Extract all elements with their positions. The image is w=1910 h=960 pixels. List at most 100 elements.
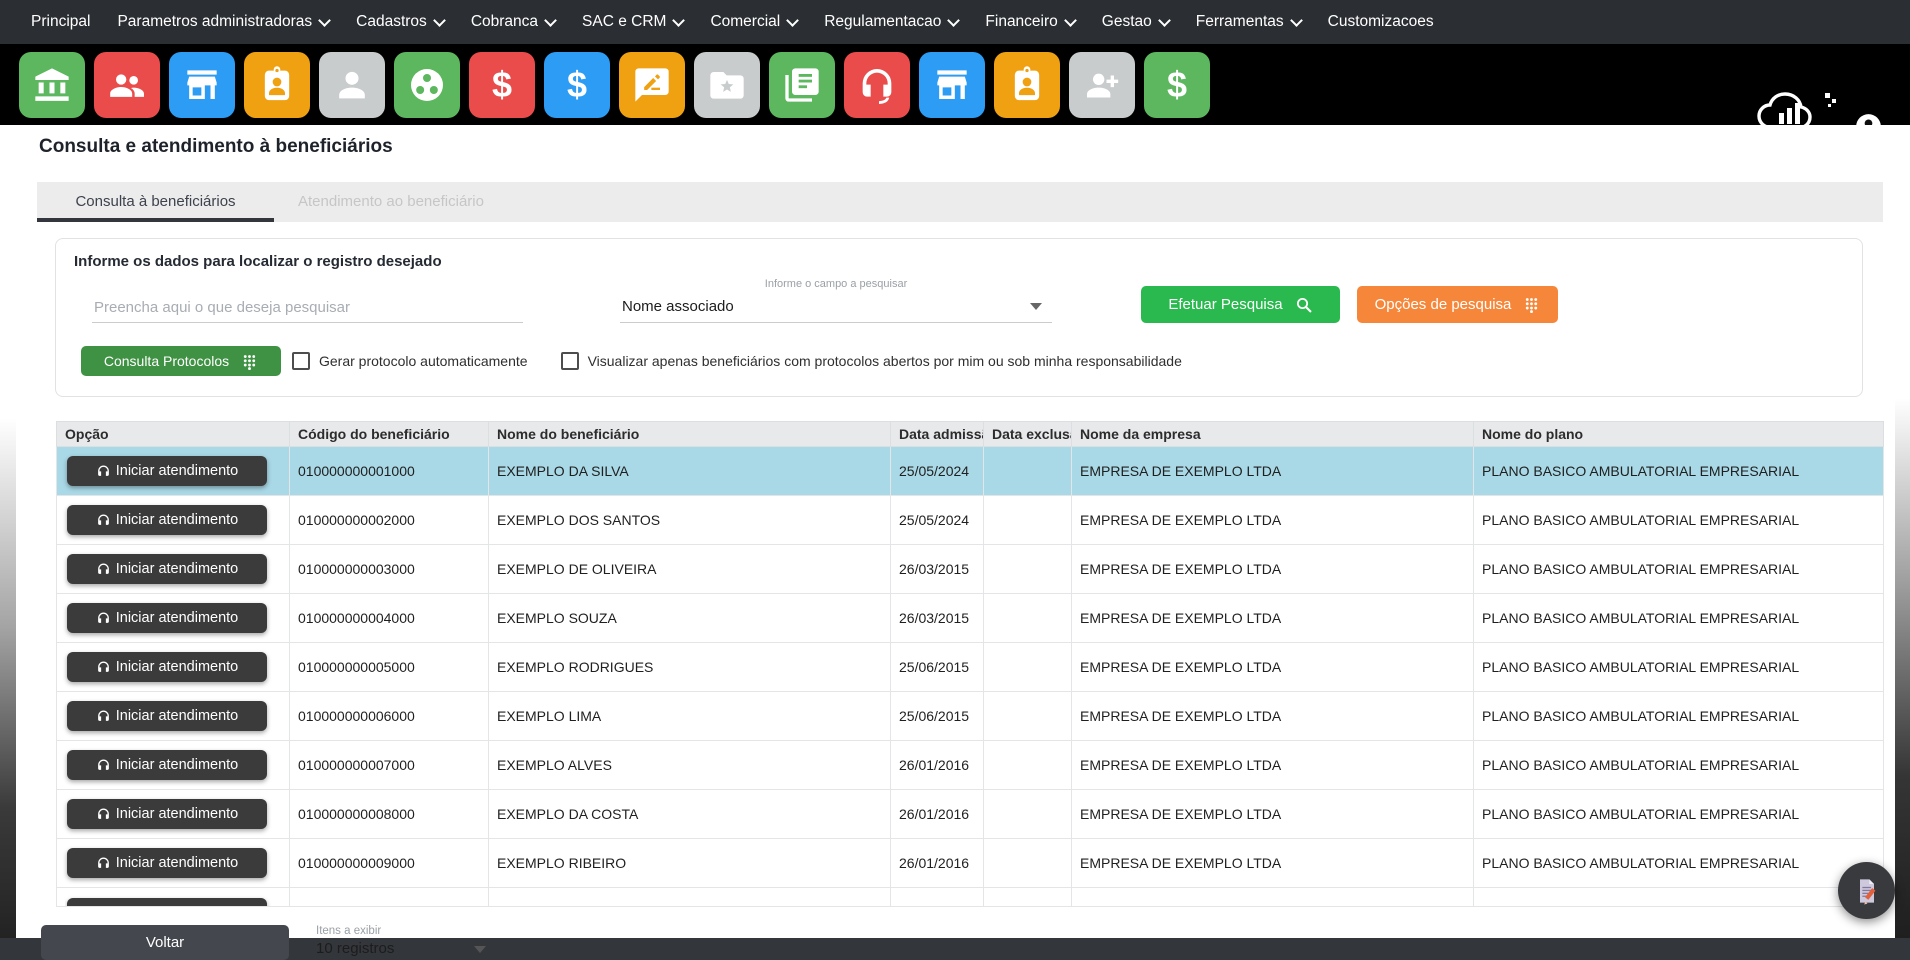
consulta-protocolos-button[interactable]: Consulta Protocolos bbox=[81, 346, 281, 376]
chevron-down-icon bbox=[673, 14, 686, 27]
chevron-down-icon bbox=[1158, 14, 1171, 27]
iniciar-atendimento-label: Iniciar atendimento bbox=[116, 659, 239, 675]
toolbar-button-dollar[interactable]: $ bbox=[469, 52, 535, 118]
toolbar-button-people[interactable] bbox=[94, 52, 160, 118]
cell-plan bbox=[1474, 888, 1884, 907]
page-title: Consulta e atendimento à beneficiários bbox=[0, 125, 1910, 158]
opcoes-pesquisa-button[interactable]: Opções de pesquisa bbox=[1357, 286, 1558, 323]
column-header-data-admissao: Data admissão bbox=[891, 422, 984, 447]
menu-item-ferramentas[interactable]: Ferramentas bbox=[1196, 13, 1301, 31]
table-row: Iniciar atendimento bbox=[57, 888, 1884, 907]
iniciar-atendimento-button[interactable]: Iniciar atendimento bbox=[67, 554, 267, 584]
chevron-down-icon bbox=[474, 946, 486, 953]
cell-name: EXEMPLO RODRIGUES bbox=[489, 643, 891, 692]
toolbar-button-bank[interactable] bbox=[19, 52, 85, 118]
iniciar-atendimento-button[interactable]: Iniciar atendimento bbox=[67, 898, 267, 906]
cell-exclusion bbox=[984, 692, 1072, 741]
iniciar-atendimento-button[interactable]: Iniciar atendimento bbox=[67, 750, 267, 780]
headset-icon bbox=[96, 856, 111, 871]
headset-icon bbox=[96, 906, 111, 907]
toolbar-button-person[interactable] bbox=[319, 52, 385, 118]
toolbar-button-badge[interactable] bbox=[244, 52, 310, 118]
toolbar-button-rate-review[interactable] bbox=[619, 52, 685, 118]
menu-item-cadastros[interactable]: Cadastros bbox=[356, 13, 444, 31]
cell-exclusion bbox=[984, 643, 1072, 692]
cell-plan: PLANO BASICO AMBULATORIAL EMPRESARIAL bbox=[1474, 839, 1884, 888]
toolbar-button-folder-star[interactable] bbox=[694, 52, 760, 118]
column-header-opcao: Opção bbox=[57, 422, 290, 447]
search-panel-heading: Informe os dados para localizar o regist… bbox=[74, 253, 1844, 270]
iniciar-atendimento-button[interactable]: Iniciar atendimento bbox=[67, 848, 267, 878]
checkbox-box[interactable] bbox=[292, 352, 310, 370]
menu-item-principal[interactable]: Principal bbox=[31, 13, 90, 31]
iniciar-atendimento-button[interactable]: Iniciar atendimento bbox=[67, 652, 267, 682]
headset-icon bbox=[96, 513, 111, 528]
library-icon bbox=[782, 65, 822, 105]
menu-item-customizacoes[interactable]: Customizacoes bbox=[1328, 13, 1434, 31]
column-header-nome-do-plano: Nome do plano bbox=[1474, 422, 1884, 447]
iniciar-atendimento-button[interactable]: Iniciar atendimento bbox=[67, 701, 267, 731]
chevron-down-icon bbox=[318, 14, 331, 27]
iniciar-atendimento-label: Iniciar atendimento bbox=[116, 806, 239, 822]
toolbar-button-store[interactable] bbox=[169, 52, 235, 118]
toolbar-button-headset[interactable] bbox=[844, 52, 910, 118]
search-field-select-value: Nome associado bbox=[620, 292, 1052, 323]
efetuar-pesquisa-label: Efetuar Pesquisa bbox=[1168, 296, 1282, 313]
edit-document-fab[interactable] bbox=[1838, 862, 1895, 919]
checkbox-gerar-protocolo-automaticament[interactable]: Gerar protocolo automaticamente bbox=[292, 352, 528, 370]
items-per-page-select[interactable]: Itens a exibir 10 registros bbox=[316, 925, 486, 957]
headset-icon bbox=[96, 660, 111, 675]
cell-exclusion bbox=[984, 741, 1072, 790]
menu-item-label: Regulamentacao bbox=[824, 13, 941, 31]
iniciar-atendimento-label: Iniciar atendimento bbox=[116, 905, 239, 906]
menu-item-financeiro[interactable]: Financeiro bbox=[985, 13, 1074, 31]
toolbar-button-dollar[interactable]: $ bbox=[544, 52, 610, 118]
chevron-down-icon bbox=[544, 14, 557, 27]
chevron-down-icon bbox=[433, 14, 446, 27]
search-field-select[interactable]: Informe o campo a pesquisar Nome associa… bbox=[620, 278, 1052, 323]
cell-plan: PLANO BASICO AMBULATORIAL EMPRESARIAL bbox=[1474, 594, 1884, 643]
menu-item-sac-e-crm[interactable]: SAC e CRM bbox=[582, 13, 683, 31]
document-pencil-icon bbox=[1853, 877, 1881, 905]
menu-item-label: Customizacoes bbox=[1328, 13, 1434, 31]
menu-item-comercial[interactable]: Comercial bbox=[710, 13, 797, 31]
iniciar-atendimento-button[interactable]: Iniciar atendimento bbox=[67, 505, 267, 535]
toolbar-button-library[interactable] bbox=[769, 52, 835, 118]
menu-item-gestao[interactable]: Gestao bbox=[1102, 13, 1169, 31]
cell-name: EXEMPLO RIBEIRO bbox=[489, 839, 891, 888]
menu-item-label: Ferramentas bbox=[1196, 13, 1284, 31]
toolbar-button-dollar[interactable]: $ bbox=[1144, 52, 1210, 118]
cell-plan: PLANO BASICO AMBULATORIAL EMPRESARIAL bbox=[1474, 692, 1884, 741]
toolbar-button-store[interactable] bbox=[919, 52, 985, 118]
table-row: Iniciar atendimento010000000005000EXEMPL… bbox=[57, 643, 1884, 692]
badge-icon bbox=[1007, 65, 1047, 105]
iniciar-atendimento-button[interactable]: Iniciar atendimento bbox=[67, 799, 267, 829]
cell-exclusion bbox=[984, 496, 1072, 545]
search-input[interactable] bbox=[92, 293, 523, 323]
cell-company: EMPRESA DE EXEMPLO LTDA bbox=[1072, 594, 1474, 643]
menu-item-cobranca[interactable]: Cobranca bbox=[471, 13, 555, 31]
efetuar-pesquisa-button[interactable]: Efetuar Pesquisa bbox=[1141, 286, 1340, 323]
menu-item-regulamentacao[interactable]: Regulamentacao bbox=[824, 13, 958, 31]
menu-item-parametros-administradoras[interactable]: Parametros administradoras bbox=[117, 13, 329, 31]
iniciar-atendimento-button[interactable]: Iniciar atendimento bbox=[67, 456, 267, 486]
cell-company: EMPRESA DE EXEMPLO LTDA bbox=[1072, 741, 1474, 790]
iniciar-atendimento-label: Iniciar atendimento bbox=[116, 610, 239, 626]
toolbar-button-group-work[interactable] bbox=[394, 52, 460, 118]
toolbar-button-badge[interactable] bbox=[994, 52, 1060, 118]
iniciar-atendimento-label: Iniciar atendimento bbox=[116, 708, 239, 724]
headset-icon bbox=[96, 758, 111, 773]
column-header-nome-do-beneficiario: Nome do beneficiário bbox=[489, 422, 891, 447]
tabstrip: Consulta à beneficiários Atendimento ao … bbox=[37, 182, 1883, 222]
cell-admission: 26/01/2016 bbox=[891, 790, 984, 839]
tab-atendimento-beneficiario[interactable]: Atendimento ao beneficiário bbox=[298, 182, 484, 222]
search-field-select-label: Informe o campo a pesquisar bbox=[620, 278, 1052, 290]
checkbox-visualizar-apenas-beneficiario[interactable]: Visualizar apenas beneficiários com prot… bbox=[561, 352, 1182, 370]
checkbox-box[interactable] bbox=[561, 352, 579, 370]
iniciar-atendimento-button[interactable]: Iniciar atendimento bbox=[67, 603, 267, 633]
cell-code bbox=[290, 888, 489, 907]
cell-admission: 25/06/2015 bbox=[891, 643, 984, 692]
toolbar-button-person-add[interactable] bbox=[1069, 52, 1135, 118]
voltar-button[interactable]: Voltar bbox=[41, 925, 289, 960]
tab-consulta-beneficiarios[interactable]: Consulta à beneficiários bbox=[37, 182, 274, 222]
